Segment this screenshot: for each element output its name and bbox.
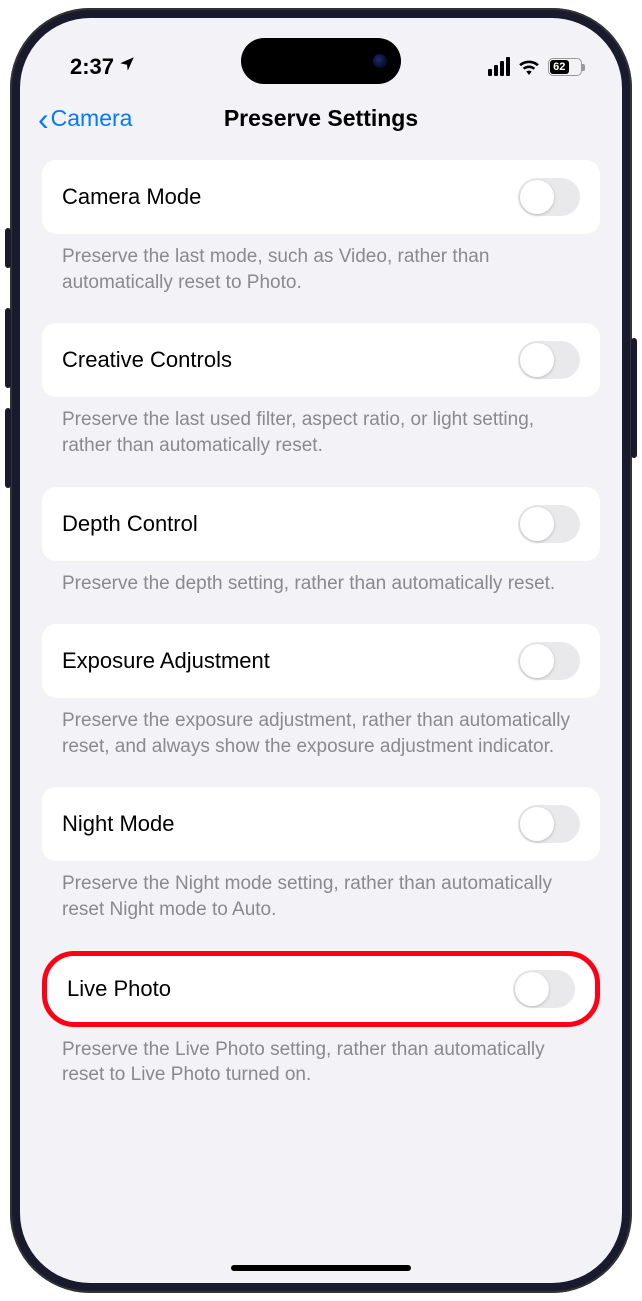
battery-icon: 62 <box>548 58 582 76</box>
exposure-adjustment-row[interactable]: Exposure Adjustment <box>42 624 600 698</box>
row-label: Depth Control <box>62 511 198 537</box>
phone-frame: 2:37 62 ‹ Camera <box>10 8 632 1293</box>
exposure-adjustment-toggle[interactable] <box>518 642 580 680</box>
row-description: Preserve the Live Photo setting, rather … <box>42 1027 600 1116</box>
row-description: Preserve the exposure adjustment, rather… <box>42 698 600 787</box>
creative-controls-row[interactable]: Creative Controls <box>42 323 600 397</box>
wifi-icon <box>518 59 540 75</box>
power-button <box>631 338 637 458</box>
back-label: Camera <box>51 105 133 132</box>
row-description: Preserve the Night mode setting, rather … <box>42 861 600 950</box>
row-label: Exposure Adjustment <box>62 648 270 674</box>
settings-list: Camera Mode Preserve the last mode, such… <box>20 150 622 1116</box>
battery-level: 62 <box>550 60 569 74</box>
side-button <box>5 228 11 268</box>
cellular-icon <box>488 57 510 76</box>
status-right: 62 <box>488 57 582 76</box>
volume-up-button <box>5 308 11 388</box>
depth-control-toggle[interactable] <box>518 505 580 543</box>
volume-down-button <box>5 408 11 488</box>
row-description: Preserve the last mode, such as Video, r… <box>42 234 600 323</box>
chevron-left-icon: ‹ <box>38 111 49 127</box>
row-label: Night Mode <box>62 811 175 837</box>
live-photo-toggle[interactable] <box>513 970 575 1008</box>
screen: 2:37 62 ‹ Camera <box>20 18 622 1283</box>
camera-mode-row[interactable]: Camera Mode <box>42 160 600 234</box>
row-description: Preserve the depth setting, rather than … <box>42 561 600 625</box>
dynamic-island <box>241 38 401 84</box>
row-label: Creative Controls <box>62 347 232 373</box>
creative-controls-toggle[interactable] <box>518 341 580 379</box>
row-label: Camera Mode <box>62 184 201 210</box>
status-left: 2:37 <box>70 54 136 80</box>
row-description: Preserve the last used filter, aspect ra… <box>42 397 600 486</box>
home-indicator[interactable] <box>231 1265 411 1271</box>
camera-dot-icon <box>373 54 387 68</box>
depth-control-row[interactable]: Depth Control <box>42 487 600 561</box>
clock: 2:37 <box>70 54 114 80</box>
night-mode-toggle[interactable] <box>518 805 580 843</box>
live-photo-row[interactable]: Live Photo <box>47 956 595 1022</box>
location-icon <box>118 55 136 78</box>
navigation-bar: ‹ Camera Preserve Settings <box>20 93 622 150</box>
row-label: Live Photo <box>67 976 171 1002</box>
night-mode-row[interactable]: Night Mode <box>42 787 600 861</box>
highlight-annotation: Live Photo <box>42 951 600 1027</box>
camera-mode-toggle[interactable] <box>518 178 580 216</box>
back-button[interactable]: ‹ Camera <box>38 105 132 132</box>
